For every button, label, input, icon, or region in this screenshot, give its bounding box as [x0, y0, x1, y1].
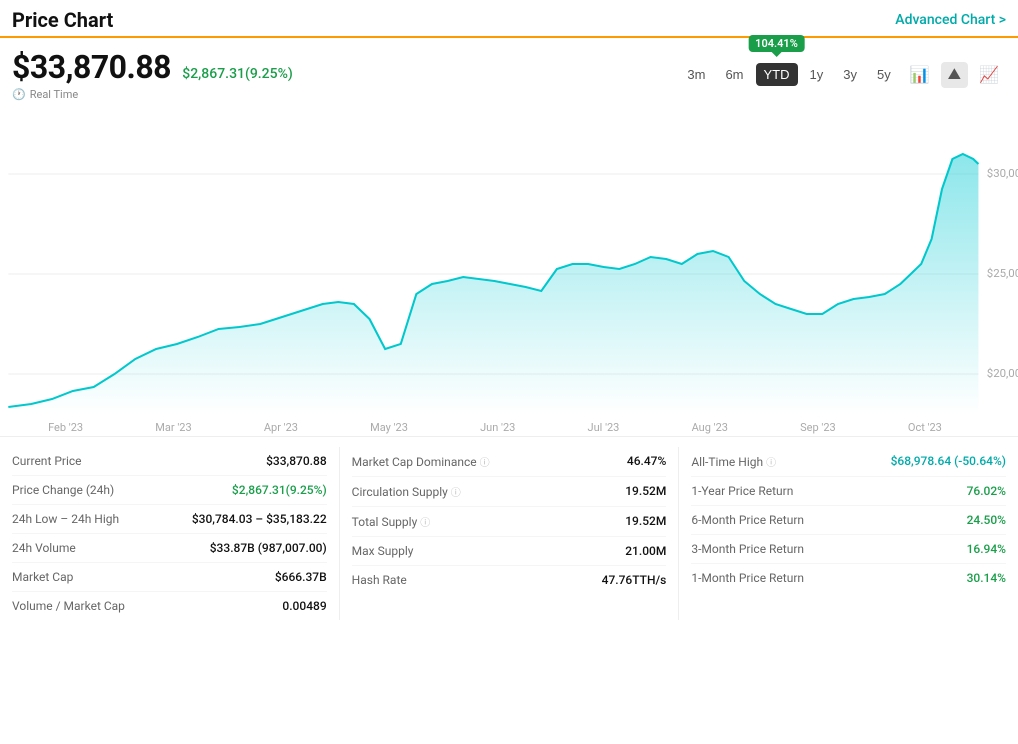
price-row: $33,870.88 $2,867.31(9.25%) — [12, 48, 293, 86]
price-change: $2,867.31(9.25%) — [182, 66, 293, 82]
candlestick-chart-btn[interactable]: 📊 — [903, 61, 937, 89]
timeframe-3y[interactable]: 3y — [835, 63, 865, 86]
page-title: Price Chart — [12, 8, 113, 32]
svg-text:$30,000: $30,000 — [987, 167, 1018, 180]
price-chart-container: Price Chart Advanced Chart > $33,870.88 … — [0, 0, 1018, 620]
timeframe-1y[interactable]: 1y — [802, 63, 832, 86]
info-icon[interactable]: ⓘ — [420, 518, 430, 529]
x-label: Sep '23 — [800, 421, 836, 434]
x-label: Feb '23 — [48, 421, 83, 434]
ytd-tooltip: 104.41% — [748, 35, 805, 52]
stat-24h-volume: 24h Volume $33.87B (987,007.00) — [12, 534, 327, 563]
stat-1m-return: 1-Month Price Return 30.14% — [691, 564, 1006, 592]
stat-price-change: Price Change (24h) $2,867.31(9.25%) — [12, 476, 327, 505]
timeframe-5y[interactable]: 5y — [869, 63, 899, 86]
timeframe-3m[interactable]: 3m — [679, 63, 713, 86]
timeframe-6m[interactable]: 6m — [717, 63, 751, 86]
info-icon[interactable]: ⓘ — [766, 458, 776, 469]
stat-6m-return: 6-Month Price Return 24.50% — [691, 506, 1006, 535]
realtime-indicator: 🕐 Real Time — [12, 88, 293, 101]
info-icon[interactable]: ⓘ — [451, 488, 461, 499]
x-label: May '23 — [370, 421, 408, 434]
stat-all-time-high: All-Time High ⓘ $68,978.64 (-50.64%) — [691, 447, 1006, 477]
info-icon[interactable]: ⓘ — [480, 458, 490, 469]
timeframe-ytd[interactable]: YTD — [756, 63, 798, 86]
stat-hash-rate: Hash Rate 47.76TTH/s — [352, 566, 667, 594]
stat-market-dominance: Market Cap Dominance ⓘ 46.47% — [352, 447, 667, 477]
x-label: Jul '23 — [588, 421, 620, 434]
header: Price Chart Advanced Chart > — [0, 0, 1018, 38]
chart-area[interactable]: $30,000 $25,000 $20,000 — [0, 109, 1018, 419]
stat-1y-return: 1-Year Price Return 76.02% — [691, 477, 1006, 506]
stat-volume-market-cap: Volume / Market Cap 0.00489 — [12, 592, 327, 620]
area-chart-btn[interactable]: ⛰ — [941, 62, 968, 88]
clock-icon: 🕐 — [12, 88, 26, 101]
price-section: $33,870.88 $2,867.31(9.25%) 🕐 Real Time … — [0, 38, 1018, 105]
stats-col-3: All-Time High ⓘ $68,978.64 (-50.64%) 1-Y… — [679, 447, 1018, 620]
x-label: Jun '23 — [480, 421, 515, 434]
stat-circulation-supply: Circulation Supply ⓘ 19.52M — [352, 477, 667, 507]
stat-current-price: Current Price $33,870.88 — [12, 447, 327, 476]
svg-text:$25,000: $25,000 — [987, 267, 1018, 280]
stats-col-2: Market Cap Dominance ⓘ 46.47% Circulatio… — [340, 447, 680, 620]
stat-max-supply: Max Supply 21.00M — [352, 537, 667, 566]
stat-3m-return: 3-Month Price Return 16.94% — [691, 535, 1006, 564]
stat-24h-range: 24h Low – 24h High $30,784.03 – $35,183.… — [12, 505, 327, 534]
stats-section: Current Price $33,870.88 Price Change (2… — [0, 436, 1018, 620]
x-label: Oct '23 — [908, 421, 942, 434]
advanced-chart-link[interactable]: Advanced Chart > — [895, 12, 1006, 28]
stats-col-1: Current Price $33,870.88 Price Change (2… — [0, 447, 340, 620]
price-left: $33,870.88 $2,867.31(9.25%) 🕐 Real Time — [12, 48, 293, 101]
x-label: Mar '23 — [155, 421, 191, 434]
timeframe-controls: 3m 6m 104.41% YTD 1y 3y 5y 📊 ⛰ 📈 — [679, 61, 1006, 89]
x-axis-labels: Feb '23 Mar '23 Apr '23 May '23 Jun '23 … — [0, 419, 1018, 436]
current-price: $33,870.88 — [12, 48, 171, 86]
svg-text:$20,000: $20,000 — [987, 367, 1018, 380]
price-chart-svg: $30,000 $25,000 $20,000 — [0, 109, 1018, 419]
x-label: Apr '23 — [264, 421, 298, 434]
ytd-wrap: 104.41% YTD — [756, 63, 798, 86]
stat-market-cap: Market Cap $666.37B — [12, 563, 327, 592]
stat-total-supply: Total Supply ⓘ 19.52M — [352, 507, 667, 537]
x-label: Aug '23 — [692, 421, 728, 434]
realtime-label: Real Time — [30, 88, 79, 101]
line-chart-btn[interactable]: 📈 — [972, 61, 1006, 89]
